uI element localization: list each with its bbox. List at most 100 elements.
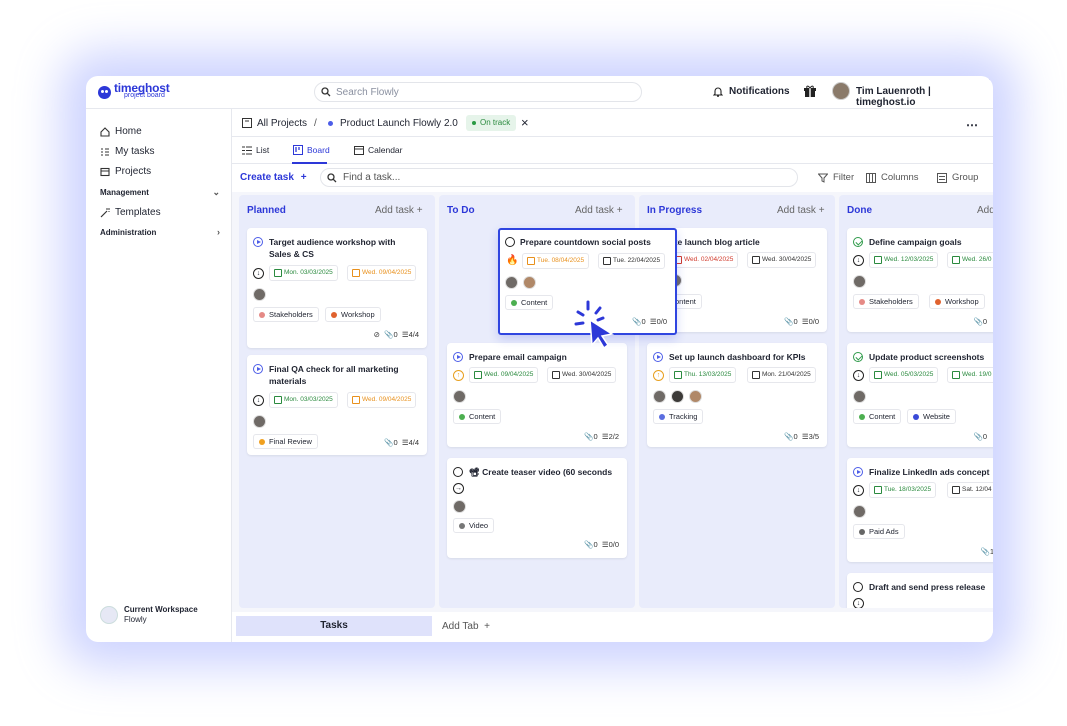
due-date[interactable]: Tue. 22/04/2025: [598, 253, 666, 269]
avatar[interactable]: [653, 390, 666, 403]
tag-content[interactable]: Content: [853, 409, 902, 424]
sidebar-item-templates[interactable]: Templates: [100, 207, 161, 218]
close-icon[interactable]: ×: [521, 115, 529, 130]
user-avatar[interactable]: [832, 82, 850, 100]
tag-stakeholders[interactable]: Stakeholders: [253, 307, 319, 322]
avatar[interactable]: [853, 275, 866, 288]
due-date[interactable]: Sat. 12/04: [947, 482, 993, 498]
tag-video[interactable]: Video: [453, 518, 495, 533]
start-date[interactable]: Wed. 12/03/2025: [869, 252, 939, 268]
due-date[interactable]: Wed. 19/0: [947, 367, 993, 383]
priority-down-icon[interactable]: ↓: [853, 598, 864, 608]
priority-down-icon[interactable]: ↓: [253, 395, 264, 406]
due-date[interactable]: Wed. 09/04/2025: [347, 392, 417, 408]
priority-down-icon[interactable]: ↓: [853, 255, 864, 266]
user-name[interactable]: Tim Lauenroth | timeghost.io: [856, 86, 993, 108]
start-date[interactable]: Mon. 03/03/2025: [269, 392, 338, 408]
task-card[interactable]: Update product screenshots ↓ Wed. 05/03/…: [847, 343, 993, 447]
due-date[interactable]: Wed. 30/04/2025: [747, 252, 817, 268]
gift-icon[interactable]: [804, 85, 816, 98]
logo[interactable]: timeghost project board: [98, 82, 170, 100]
in-progress-status-icon[interactable]: [253, 237, 263, 247]
tag-paid-ads[interactable]: Paid Ads: [853, 524, 905, 539]
tab-tasks[interactable]: Tasks: [236, 616, 432, 636]
sidebar-item-home[interactable]: Home: [100, 126, 142, 137]
priority-down-icon[interactable]: ↓: [853, 485, 864, 496]
task-card[interactable]: Finalize LinkedIn ads concept ↓ Tue. 18/…: [847, 458, 993, 562]
add-task-button[interactable]: Add task +: [375, 205, 423, 216]
add-task-button[interactable]: Add task +: [575, 205, 623, 216]
tag-content[interactable]: Content: [505, 295, 554, 310]
avatar[interactable]: [505, 276, 518, 289]
open-status-icon[interactable]: [853, 582, 863, 592]
in-progress-status-icon[interactable]: [253, 364, 263, 374]
start-date[interactable]: Thu. 13/03/2025: [669, 367, 737, 383]
group-button[interactable]: Group: [937, 172, 978, 183]
sidebar-item-my-tasks[interactable]: My tasks: [100, 146, 154, 157]
start-date[interactable]: Wed. 05/03/2025: [869, 367, 939, 383]
avatar[interactable]: [253, 415, 266, 428]
breadcrumb-all-projects[interactable]: All Projects: [257, 118, 307, 129]
priority-down-icon[interactable]: ↓: [853, 370, 864, 381]
avatar[interactable]: [523, 276, 536, 289]
in-progress-status-icon[interactable]: [453, 352, 463, 362]
avatar[interactable]: [689, 390, 702, 403]
due-date[interactable]: Mon. 21/04/2025: [747, 367, 816, 383]
avatar[interactable]: [853, 390, 866, 403]
avatar[interactable]: [853, 505, 866, 518]
sidebar-item-projects[interactable]: Projects: [100, 166, 151, 177]
filter-button[interactable]: Filter: [818, 172, 854, 183]
tag-workshop[interactable]: Workshop: [325, 307, 381, 322]
in-progress-status-icon[interactable]: [853, 467, 863, 477]
start-date[interactable]: Wed. 02/04/2025: [669, 252, 739, 268]
add-tab-button[interactable]: Add Tab +: [442, 621, 490, 632]
task-card[interactable]: Prepare email campaign ↑ Wed. 09/04/2025…: [447, 343, 627, 447]
tab-list[interactable]: List: [242, 145, 269, 155]
due-date[interactable]: Wed. 30/04/2025: [547, 367, 617, 383]
priority-up-icon[interactable]: ↑: [653, 370, 664, 381]
add-task-button[interactable]: Add: [977, 205, 993, 216]
search-input[interactable]: Search Flowly: [314, 82, 642, 102]
add-task-button[interactable]: Add task +: [777, 205, 825, 216]
start-date[interactable]: Wed. 09/04/2025: [469, 367, 539, 383]
start-date[interactable]: Mon. 03/03/2025: [269, 265, 338, 281]
tag-tracking[interactable]: Tracking: [653, 409, 704, 424]
avatar[interactable]: [253, 288, 266, 301]
priority-right-icon[interactable]: →: [453, 483, 464, 494]
priority-up-icon[interactable]: ↑: [453, 370, 464, 381]
in-progress-status-icon[interactable]: [653, 352, 663, 362]
sidebar-section-administration[interactable]: Administration ›: [100, 227, 220, 237]
notifications-button[interactable]: Notifications: [713, 86, 790, 97]
due-date[interactable]: Wed. 09/04/2025: [347, 265, 417, 281]
task-card[interactable]: Set up launch dashboard for KPIs ↑ Thu. …: [647, 343, 827, 447]
open-status-icon[interactable]: [505, 237, 515, 247]
task-card[interactable]: Draft and send press release ↓: [847, 573, 993, 608]
due-date[interactable]: Wed. 26/0: [947, 252, 993, 268]
status-badge[interactable]: On track: [466, 115, 517, 131]
tag-final-review[interactable]: Final Review: [253, 434, 318, 449]
open-status-icon[interactable]: [453, 467, 463, 477]
create-task-button[interactable]: Create task +: [240, 172, 307, 183]
task-card[interactable]: Final QA check for all marketing materia…: [247, 355, 427, 455]
start-date[interactable]: Tue. 08/04/2025: [522, 253, 590, 269]
tab-calendar[interactable]: Calendar: [354, 145, 403, 155]
tag-website[interactable]: Website: [907, 409, 956, 424]
tag-workshop[interactable]: Workshop: [929, 294, 985, 309]
done-status-icon[interactable]: [853, 352, 863, 362]
avatar[interactable]: [671, 390, 684, 403]
more-options-icon[interactable]: ⋯: [966, 118, 978, 132]
tab-board[interactable]: Board: [293, 145, 330, 155]
priority-urgent-icon[interactable]: 🔥: [506, 256, 518, 267]
tag-stakeholders[interactable]: Stakeholders: [853, 294, 919, 309]
sidebar-section-management[interactable]: Management ⌄: [100, 187, 220, 197]
find-task-input[interactable]: Find a task...: [320, 168, 798, 187]
done-status-icon[interactable]: [853, 237, 863, 247]
avatar[interactable]: [453, 500, 466, 513]
columns-button[interactable]: Columns: [866, 172, 919, 183]
avatar[interactable]: [453, 390, 466, 403]
task-card[interactable]: Define campaign goals ↓ Wed. 12/03/2025 …: [847, 228, 993, 332]
tag-content[interactable]: Content: [453, 409, 502, 424]
workspace-switcher[interactable]: Current Workspace Flowly: [100, 605, 198, 625]
start-date[interactable]: Tue. 18/03/2025: [869, 482, 937, 498]
breadcrumb-project[interactable]: Product Launch Flowly 2.0: [340, 118, 458, 129]
